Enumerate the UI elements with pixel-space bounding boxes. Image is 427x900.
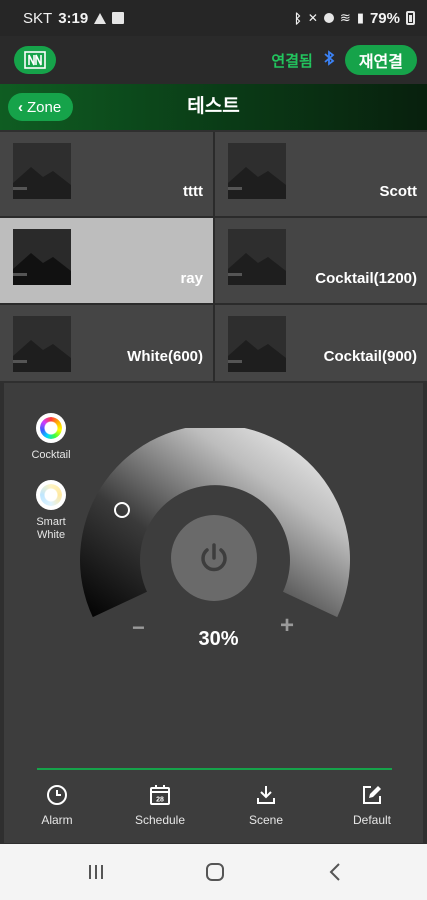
status-bar: SKT 3:19 ᛒ ✕ ≋ ▮ 79% [0, 0, 427, 36]
bluetooth-status-icon: ᛒ [294, 10, 302, 26]
control-panel: Cocktail Smart White − + 30% Alarm 28 Sc… [4, 383, 423, 843]
mute-icon: ✕ [307, 11, 318, 25]
scene-tile[interactable]: White(600) [0, 305, 213, 381]
image-placeholder-icon [13, 316, 71, 372]
tab-label: Schedule [134, 813, 186, 827]
scene-tile[interactable]: tttt [0, 132, 213, 216]
back-icon [329, 863, 340, 881]
calendar-badge: 28 [156, 797, 164, 804]
scene-label: White(600) [127, 348, 203, 365]
calendar-icon: 28 [150, 785, 170, 805]
download-icon [257, 786, 275, 804]
tab-label: Alarm [41, 813, 73, 827]
mode-label: Cocktail [31, 449, 71, 461]
power-button[interactable] [171, 515, 257, 601]
tab-scene[interactable]: Scene [226, 783, 306, 827]
image-placeholder-icon [228, 229, 286, 285]
app-bar: 연결됨 재연결 [0, 36, 427, 84]
chevron-left-icon: ‹ [18, 98, 23, 116]
tab-alarm[interactable]: Alarm [17, 783, 97, 827]
home-icon [206, 863, 224, 881]
brightness-level: 30% [198, 628, 239, 650]
scene-tile-selected[interactable]: ray [0, 218, 213, 303]
color-wheel-icon [36, 413, 66, 443]
white-ring-icon [36, 480, 66, 510]
system-navigation-bar [0, 844, 427, 900]
recent-apps-icon [89, 865, 103, 879]
back-button[interactable] [315, 858, 355, 886]
clock-icon [47, 785, 67, 805]
image-placeholder-icon [228, 316, 286, 372]
scene-label: tttt [183, 183, 203, 200]
tab-schedule[interactable]: 28 Schedule [120, 783, 200, 827]
page-header: ‹ Zone 테스트 [0, 84, 427, 130]
power-icon [201, 543, 227, 572]
battery-icon [406, 11, 415, 25]
mode-smart-white-button[interactable]: Smart White [21, 480, 81, 542]
location-icon [323, 13, 334, 23]
home-button[interactable] [195, 858, 235, 886]
clock: 3:19 [58, 9, 89, 27]
back-to-zone-button[interactable]: ‹ Zone [8, 93, 74, 121]
notification-icon [112, 12, 125, 24]
scene-tile[interactable]: Scott [215, 132, 427, 216]
scene-tile[interactable]: Cocktail(1200) [215, 218, 427, 303]
scene-grid: tttt Scott ray Cocktail(1200) White(600)… [0, 132, 427, 381]
bluetooth-icon [323, 50, 335, 70]
carrier-label: SKT [23, 9, 53, 27]
brightness-knob[interactable] [114, 502, 130, 518]
divider [37, 768, 392, 770]
tab-label: Scene [248, 813, 284, 827]
back-label: Zone [27, 98, 62, 116]
signal-icon: ▮ [356, 10, 364, 25]
tab-default[interactable]: Default [332, 783, 412, 827]
image-placeholder-icon [228, 143, 286, 199]
tab-label: Default [352, 813, 392, 827]
logo-icon [24, 51, 46, 69]
recent-apps-button[interactable] [76, 858, 116, 886]
image-placeholder-icon [13, 143, 71, 199]
telegram-icon [94, 12, 107, 24]
reconnect-button[interactable]: 재연결 [344, 45, 417, 75]
scene-label: Cocktail(1200) [315, 270, 417, 287]
app-logo[interactable] [14, 46, 56, 74]
edit-icon [363, 786, 381, 804]
mode-cocktail-button[interactable]: Cocktail [21, 413, 81, 462]
scene-label: ray [180, 270, 203, 287]
scene-label: Scott [379, 183, 418, 200]
connection-status: 연결됨 [271, 52, 313, 70]
wifi-icon: ≋ [339, 10, 351, 25]
battery-percent: 79% [369, 9, 400, 27]
scene-tile[interactable]: Cocktail(900) [215, 305, 427, 381]
mode-label: Smart White [36, 516, 66, 541]
bottom-tab-bar: Alarm 28 Schedule Scene Default [4, 783, 423, 839]
scene-label: Cocktail(900) [323, 348, 417, 365]
image-placeholder-icon [13, 229, 71, 285]
